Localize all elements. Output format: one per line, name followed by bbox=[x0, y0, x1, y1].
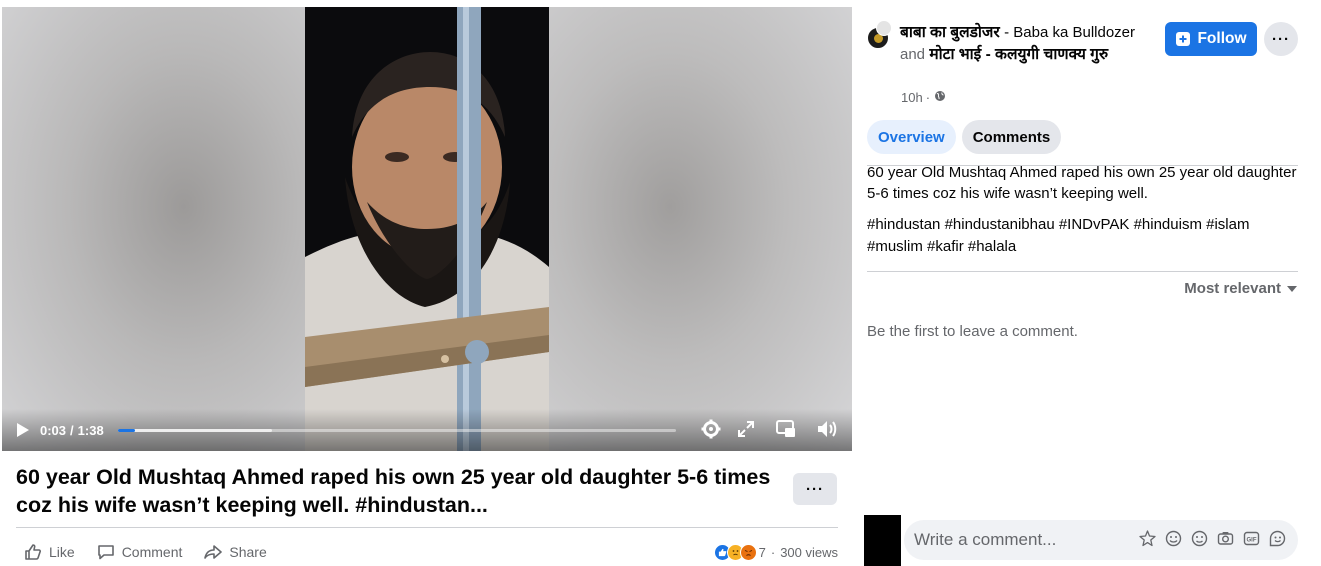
camera-icon[interactable] bbox=[1217, 530, 1234, 547]
side-more-button[interactable]: ··· bbox=[1264, 22, 1298, 56]
video-thumbnail-image bbox=[305, 7, 549, 451]
comment-bubble-icon bbox=[97, 545, 114, 560]
facebook-video-post: 0:03/1:38 60 year Old Mushtaq Ahmed rape… bbox=[0, 0, 1321, 566]
angry-reaction-icon bbox=[739, 543, 757, 561]
tab-overview[interactable]: Overview bbox=[867, 120, 956, 154]
thumbs-up-icon bbox=[25, 544, 41, 560]
video-frame[interactable] bbox=[305, 7, 549, 451]
user-avatar[interactable] bbox=[864, 515, 901, 566]
comment-button[interactable]: Comment bbox=[97, 543, 183, 561]
comment-input[interactable] bbox=[914, 520, 1134, 560]
follow-plus-icon bbox=[1176, 32, 1191, 46]
author-primary-sub[interactable]: - Baba ka Bulldozer bbox=[1004, 24, 1135, 41]
post-side-panel: बाबा का बुलडोजर - Baba ka Bulldozer and … bbox=[852, 0, 1321, 566]
avatar-sticker-icon[interactable] bbox=[1139, 530, 1156, 547]
follow-button[interactable]: Follow bbox=[1165, 22, 1257, 56]
empty-comments-message: Be the first to leave a comment. bbox=[867, 323, 1078, 340]
play-icon[interactable] bbox=[16, 422, 30, 438]
panel-tabs: Overview Comments bbox=[867, 120, 1062, 154]
tab-comments[interactable]: Comments bbox=[961, 120, 1062, 154]
divider bbox=[16, 527, 838, 528]
video-controls: 0:03/1:38 bbox=[2, 409, 852, 451]
duration: 1:38 bbox=[77, 423, 104, 438]
comment-label: Comment bbox=[121, 544, 183, 560]
stats-separator: · bbox=[770, 544, 776, 560]
post-time[interactable]: 10h bbox=[901, 90, 923, 105]
svg-text:GIF: GIF bbox=[1247, 537, 1257, 543]
share-label: Share bbox=[229, 544, 267, 560]
emoji-smile-icon[interactable] bbox=[1165, 530, 1182, 547]
gif-icon[interactable]: GIF bbox=[1243, 530, 1260, 547]
caret-down-icon bbox=[1287, 285, 1297, 292]
follow-label: Follow bbox=[1197, 30, 1247, 47]
sort-label: Most relevant bbox=[1184, 280, 1281, 297]
like-label: Like bbox=[49, 544, 75, 560]
author-secondary[interactable]: मोटा भाई - कलयुगी चाणक्य गुरु bbox=[929, 46, 1108, 63]
globe-icon bbox=[934, 90, 946, 105]
progress-fill bbox=[118, 429, 135, 432]
current-time: 0:03 bbox=[40, 423, 67, 438]
post-hashtags[interactable]: #hindustan #hindustanibhau #INDvPAK #hin… bbox=[867, 214, 1307, 258]
video-player[interactable]: 0:03/1:38 bbox=[2, 7, 852, 451]
volume-icon[interactable] bbox=[816, 419, 838, 439]
reaction-count[interactable]: 7 bbox=[759, 545, 766, 560]
post-title: 60 year Old Mushtaq Ahmed raped his own … bbox=[16, 465, 771, 517]
emoji-face-icon[interactable] bbox=[1191, 530, 1208, 547]
post-description: 60 year Old Mushtaq Ahmed raped his own … bbox=[867, 164, 1297, 202]
video-blur-right bbox=[549, 7, 852, 451]
share-arrow-icon bbox=[204, 545, 223, 559]
video-time: 0:03/1:38 bbox=[40, 423, 104, 438]
view-count: 300 views bbox=[780, 544, 838, 560]
sticker-icon[interactable] bbox=[1269, 530, 1286, 547]
picture-in-picture-icon[interactable] bbox=[776, 420, 796, 438]
post-author-header: बाबा का बुलडोजर - Baba ka Bulldozer and … bbox=[900, 22, 1160, 66]
divider bbox=[867, 271, 1298, 272]
settings-gear-icon[interactable] bbox=[701, 419, 721, 439]
post-actions: Like Comment Share bbox=[24, 541, 289, 563]
and-connector: and bbox=[900, 46, 926, 63]
comment-sort-dropdown[interactable]: Most relevant bbox=[1184, 280, 1297, 297]
post-more-button[interactable]: ··· bbox=[793, 473, 837, 505]
author-primary[interactable]: बाबा का बुलडोजर bbox=[900, 24, 1000, 41]
composer-icons: GIF bbox=[1139, 530, 1286, 547]
reactions-summary[interactable] bbox=[713, 543, 757, 561]
share-button[interactable]: Share bbox=[204, 543, 267, 561]
video-blur-left bbox=[2, 7, 305, 451]
post-meta: 10h · bbox=[901, 90, 946, 105]
fullscreen-expand-icon[interactable] bbox=[737, 420, 755, 438]
secondary-avatar bbox=[876, 20, 892, 36]
comment-composer[interactable]: GIF bbox=[904, 520, 1298, 560]
progress-bar[interactable] bbox=[118, 429, 676, 432]
post-stats: 7 · 300 views bbox=[713, 541, 838, 563]
like-button[interactable]: Like bbox=[24, 543, 75, 561]
progress-buffer bbox=[118, 429, 272, 432]
